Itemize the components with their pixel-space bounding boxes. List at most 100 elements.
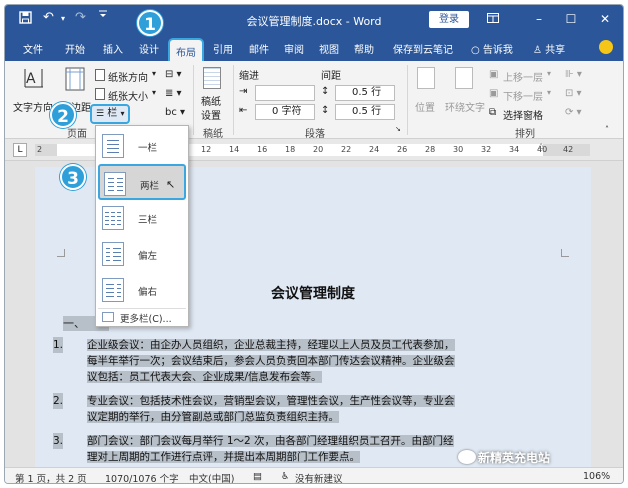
indent-left-field[interactable]	[255, 85, 315, 101]
columns-option-three[interactable]: 三栏	[98, 200, 186, 236]
ribbon-separator	[233, 65, 234, 135]
close-button[interactable]: ✕	[595, 10, 615, 28]
send-backward-button: ▣ 下移一层 ▾	[489, 88, 559, 103]
tell-me-label: 告诉我	[482, 45, 513, 56]
spacing-before-field[interactable]: 0.5 行	[335, 85, 395, 101]
spacing-label: 间距	[321, 71, 341, 82]
two-columns-icon	[104, 172, 126, 196]
more-columns-label: 更多栏(C)...	[120, 314, 172, 325]
manuscript-icon	[203, 67, 221, 89]
accessibility-status[interactable]: 没有新建议	[295, 471, 343, 483]
text-direction-icon: A	[24, 69, 43, 88]
rotate-icon: ⟳ ▾	[565, 107, 582, 118]
share-label: 共享	[545, 45, 566, 56]
manuscript-settings-button[interactable]: 稿纸 设置	[199, 65, 229, 122]
ribbon-separator	[193, 65, 194, 135]
size-label: 纸张大小	[108, 92, 148, 103]
step-callout-3: 3	[60, 164, 86, 190]
paragraph-line: 理对上周期的工作进行点评，并提出本周期部门工作要点。	[87, 451, 360, 463]
wrap-text-label: 环绕文字	[445, 103, 485, 114]
selection-pane-icon: ⧉	[489, 107, 497, 118]
hyphenation-icon[interactable]: bc ▾	[165, 107, 185, 118]
list-item: 2. 专业会议：包括技术性会议，营销型会议，管理性会议，生产性会议等，专业会 议…	[53, 393, 567, 425]
right-indent-marker[interactable]: △	[538, 141, 544, 150]
chevron-down-icon: ▾	[547, 69, 552, 78]
ruler-number: 20	[313, 145, 324, 154]
tab-help[interactable]: 帮助	[354, 41, 374, 56]
tab-save-to-cloud-notes[interactable]: 保存到云笔记	[393, 41, 453, 56]
tell-me-search[interactable]: ○ 告诉我	[471, 41, 513, 56]
tab-view[interactable]: 视图	[319, 41, 339, 56]
collapse-ribbon-icon[interactable]: ˄	[605, 125, 609, 134]
indent-right-icon: ⇤	[239, 105, 248, 116]
indent-label: 缩进	[239, 71, 259, 82]
spacing-before-icon: ↕	[321, 86, 330, 97]
columns-button[interactable]: ☰ 栏 ▾	[90, 104, 130, 124]
ribbon-separator	[407, 65, 408, 135]
login-button[interactable]: 登录	[429, 11, 469, 28]
macro-record-icon[interactable]: ▤	[253, 471, 262, 482]
selection-pane-label: 选择窗格	[503, 111, 543, 122]
line-numbers-icon[interactable]: ≣ ▾	[165, 88, 182, 99]
arrange-group-label: 排列	[515, 129, 535, 140]
size-button[interactable]: 纸张大小 ▾	[95, 88, 161, 103]
paragraph-line: 部门会议：部门会议每月举行 1～2 次，由各部门经理组织员工召开。由部门经	[87, 435, 454, 447]
ruler-number: 12	[201, 145, 212, 154]
tab-file[interactable]: 文件	[23, 41, 43, 56]
one-column-icon	[102, 134, 124, 158]
restore-button[interactable]: ☐	[561, 10, 581, 28]
svg-text:A: A	[26, 71, 36, 87]
selection-pane-button[interactable]: ⧉ 选择窗格	[489, 107, 559, 122]
ruler-number: 14	[229, 145, 240, 154]
chevron-down-icon: ▾	[120, 109, 125, 118]
tab-mailings[interactable]: 邮件	[249, 41, 269, 56]
indent-right-field[interactable]: 0 字符	[255, 104, 315, 120]
minimize-button[interactable]: –	[529, 10, 549, 28]
tab-review[interactable]: 审阅	[284, 41, 304, 56]
list-number: 1.	[53, 337, 64, 353]
tab-selector[interactable]: L	[13, 143, 27, 157]
ribbon-display-icon[interactable]	[483, 10, 503, 28]
paragraph-line: 专业会议：包括技术性会议，营销型会议，管理性会议，生产性会议等，专业会	[87, 395, 455, 407]
manuscript-setting-label: 设置	[201, 111, 221, 122]
share-button[interactable]: ♙ 共享	[533, 41, 565, 56]
paragraph-line: 每半年举行一次；会议结束后，参会人员负责回本部门传达会议精神。企业级会	[87, 355, 455, 367]
left-column-icon	[102, 242, 124, 266]
tab-references[interactable]: 引用	[213, 41, 233, 56]
accessibility-icon: ♿	[281, 471, 290, 482]
watermark-text: 新精英充电站	[478, 451, 551, 465]
chevron-down-icon: ▾	[152, 69, 157, 78]
right-column-icon	[102, 278, 124, 302]
tab-insert[interactable]: 插入	[103, 41, 123, 56]
smiley-feedback-icon[interactable]	[599, 40, 613, 54]
breaks-icon[interactable]: ⊟ ▾	[165, 69, 182, 80]
tab-layout[interactable]: 布局	[168, 38, 204, 61]
bring-forward-icon: ▣	[489, 69, 499, 80]
language-indicator[interactable]: 中文(中国)	[189, 471, 234, 483]
page-count[interactable]: 第 1 页，共 2 页	[15, 471, 87, 483]
page-corner-mark	[57, 249, 65, 257]
ruler-number: 30	[453, 145, 464, 154]
position-label: 位置	[415, 103, 435, 114]
tab-design[interactable]: 设计	[139, 41, 159, 56]
text-direction-button[interactable]: A 文字方向	[13, 65, 53, 114]
columns-option-two[interactable]: 两栏 ↖	[98, 164, 186, 200]
columns-option-left[interactable]: 偏左	[98, 236, 186, 272]
word-window: ↶ ▾ ↷ 会议管理制度.docx - Word 登录 – ☐ ✕ 文件 开始 …	[4, 4, 624, 484]
orientation-button[interactable]: 纸张方向 ▾	[95, 69, 161, 84]
more-columns-option[interactable]: 更多栏(C)...	[98, 308, 186, 325]
spacing-after-field[interactable]: 0.5 行	[335, 104, 395, 120]
word-count[interactable]: 1070/1076 个字	[105, 471, 179, 483]
lightbulb-icon: ○	[471, 45, 480, 56]
ruler-number: 16	[257, 145, 268, 154]
page-corner-mark	[561, 249, 569, 257]
align-icon: ⊪ ▾	[565, 69, 582, 80]
columns-option-right[interactable]: 偏右	[98, 272, 186, 308]
zoom-level[interactable]: 106%	[583, 471, 610, 482]
bring-forward-button: ▣ 上移一层 ▾	[489, 69, 559, 84]
tab-home[interactable]: 开始	[65, 41, 85, 56]
dialog-launcher-icon[interactable]: ↘	[395, 125, 401, 133]
columns-option-one[interactable]: 一栏	[98, 128, 186, 164]
step-callout-1: 1	[137, 10, 163, 36]
manuscript-label: 稿纸	[201, 97, 221, 108]
